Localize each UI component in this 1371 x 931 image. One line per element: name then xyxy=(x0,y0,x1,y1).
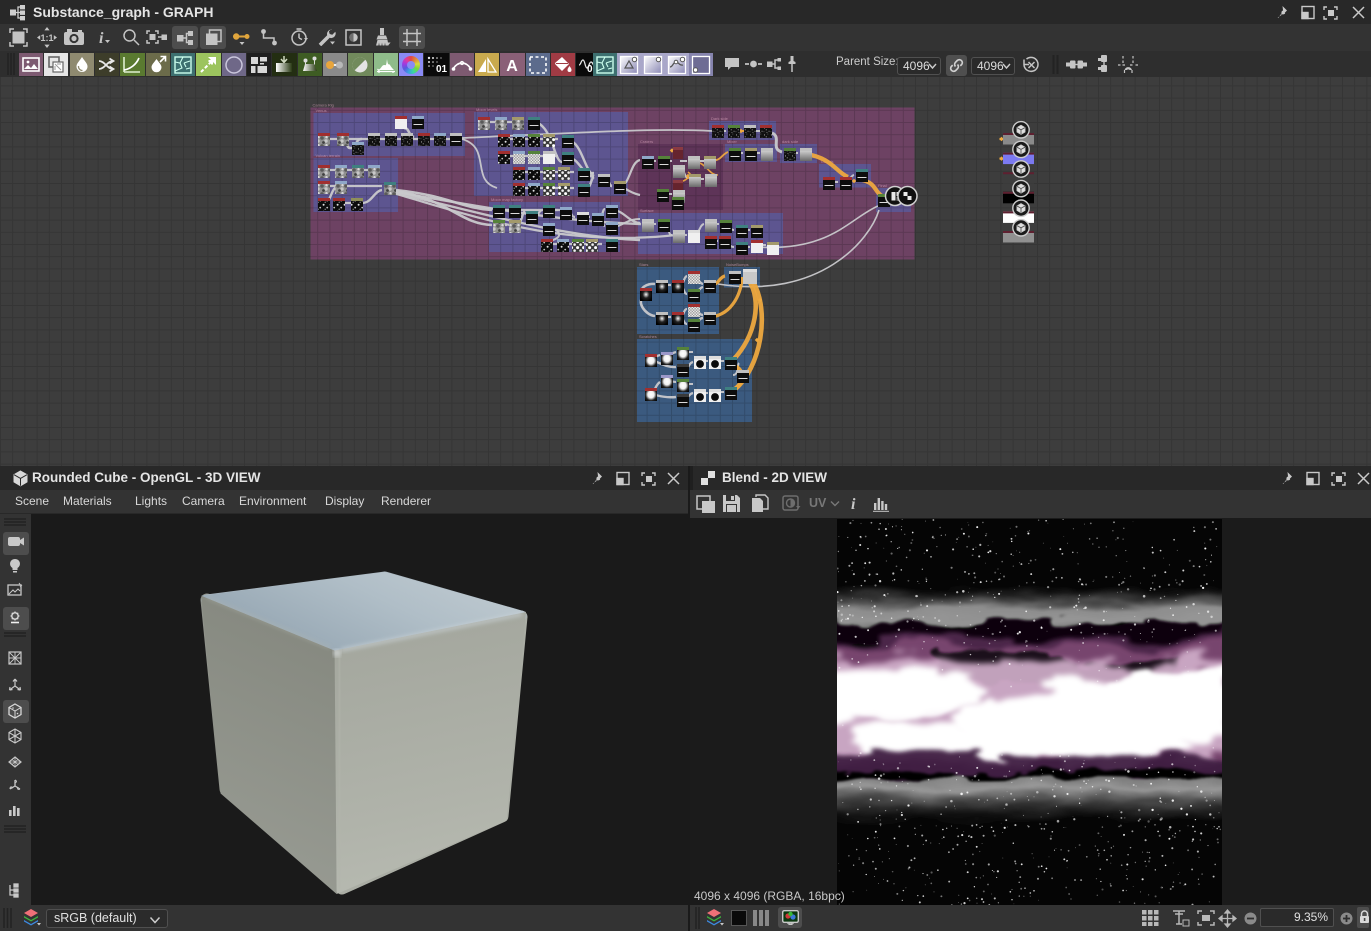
svg-text:Scratches: Scratches xyxy=(639,334,657,339)
svg-text:Camera Rig: Camera Rig xyxy=(313,103,334,108)
svg-text:Venus: Venus xyxy=(316,108,327,113)
svg-text:Final: Final xyxy=(878,183,887,188)
svg-text:i: i xyxy=(851,496,856,512)
svg-text:Vulcan terrain: Vulcan terrain xyxy=(316,153,341,158)
svg-text:Moon levels: Moon levels xyxy=(476,107,497,112)
svg-text:Mixer: Mixer xyxy=(727,139,737,144)
svg-text:Surface: Surface xyxy=(640,208,655,213)
svg-text:dark side: dark side xyxy=(782,139,799,144)
svg-text:Moon map factory: Moon map factory xyxy=(491,197,523,202)
svg-text:NoiseBumps: NoiseBumps xyxy=(726,262,749,267)
svg-text:Craters: Craters xyxy=(640,139,653,144)
svg-text:Dark side: Dark side xyxy=(711,116,729,121)
svg-text:Stars: Stars xyxy=(639,262,648,267)
